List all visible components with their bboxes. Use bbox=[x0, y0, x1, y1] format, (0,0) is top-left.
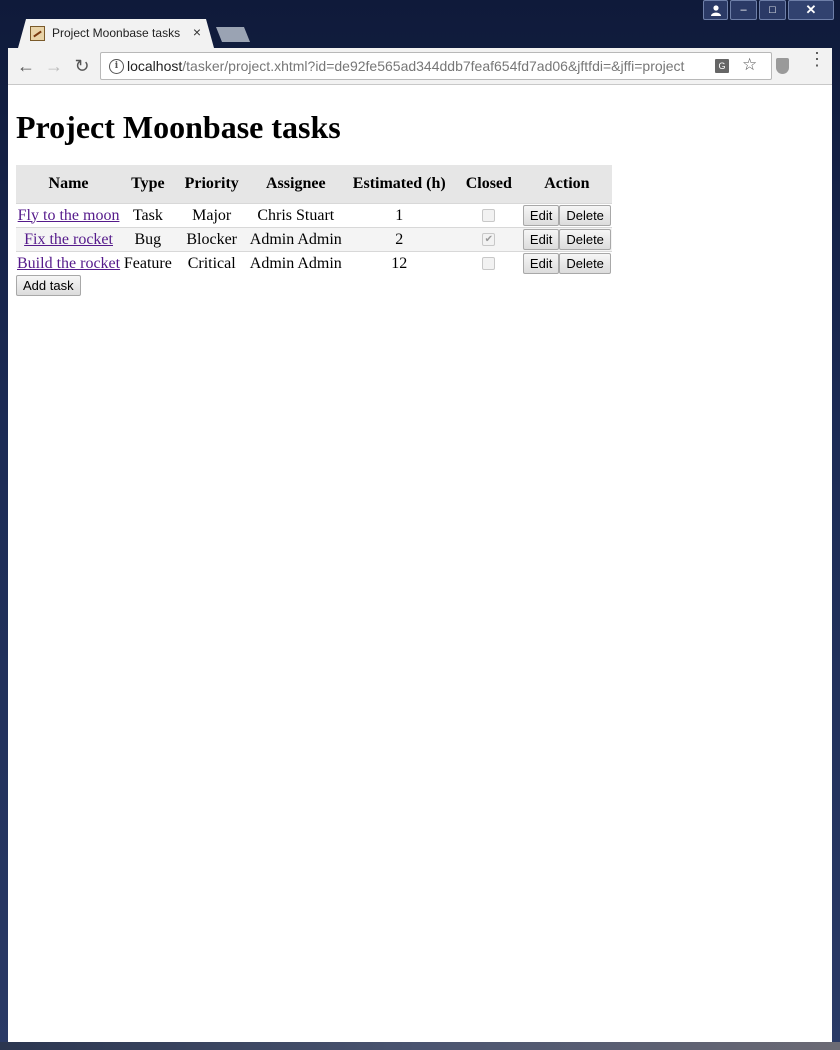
task-name-link[interactable]: Fly to the moon bbox=[18, 207, 120, 224]
column-header-assignee: Assignee bbox=[248, 165, 343, 204]
user-profile-icon[interactable] bbox=[703, 0, 728, 20]
window-controls: – □ ✕ bbox=[703, 0, 834, 20]
minimize-button[interactable]: – bbox=[730, 0, 757, 20]
table-row: Build the rocket Feature Critical Admin … bbox=[16, 251, 612, 275]
edit-button[interactable]: Edit bbox=[522, 205, 560, 226]
url-host: localhost bbox=[127, 58, 183, 74]
task-assignee: Admin Admin bbox=[248, 251, 343, 275]
edit-button[interactable]: Edit bbox=[522, 253, 560, 274]
delete-button[interactable]: Delete bbox=[559, 253, 611, 274]
add-task-button[interactable]: Add task bbox=[16, 275, 81, 296]
column-header-name: Name bbox=[16, 165, 122, 204]
extension-shield-icon[interactable] bbox=[776, 58, 789, 74]
task-type: Bug bbox=[121, 227, 175, 252]
task-assignee: Chris Stuart bbox=[248, 203, 343, 228]
task-estimate: 12 bbox=[342, 251, 456, 275]
column-header-closed: Closed bbox=[455, 165, 522, 204]
browser-window: Project Moonbase tasks × – □ ✕ ← → ↻ i l… bbox=[0, 0, 840, 1050]
column-header-priority: Priority bbox=[174, 165, 249, 204]
table-row: Fly to the moon Task Major Chris Stuart … bbox=[16, 203, 612, 228]
back-arrow-icon[interactable]: ← bbox=[16, 56, 36, 76]
browser-tab[interactable]: Project Moonbase tasks × bbox=[18, 19, 214, 48]
closed-checkbox bbox=[482, 209, 496, 223]
url-path: /tasker/project.xhtml?id=de92fe565ad344d… bbox=[182, 58, 685, 74]
task-name-link[interactable]: Fix the rocket bbox=[24, 231, 113, 248]
tasks-table: Name Type Priority Assignee Estimated (h… bbox=[16, 165, 612, 275]
table-row: Fix the rocket Bug Blocker Admin Admin 2… bbox=[16, 227, 612, 252]
task-type: Feature bbox=[121, 251, 175, 275]
forward-arrow-icon[interactable]: → bbox=[44, 56, 64, 76]
closed-checkbox: ✔ bbox=[482, 233, 496, 247]
task-name-link[interactable]: Build the rocket bbox=[17, 255, 120, 272]
bookmark-star-icon[interactable]: ☆ bbox=[742, 55, 757, 75]
column-header-estimated: Estimated (h) bbox=[342, 165, 456, 204]
maximize-button[interactable]: □ bbox=[759, 0, 786, 20]
task-priority: Critical bbox=[174, 251, 249, 275]
delete-button[interactable]: Delete bbox=[559, 205, 611, 226]
task-priority: Blocker bbox=[174, 227, 249, 252]
browser-menu-icon[interactable]: ⋮ bbox=[808, 50, 826, 68]
column-header-type: Type bbox=[121, 165, 175, 204]
closed-checkbox bbox=[482, 257, 496, 271]
favicon-icon bbox=[30, 26, 45, 41]
column-header-action: Action bbox=[521, 165, 612, 204]
browser-toolbar: ← → ↻ i localhost/tasker/project.xhtml?i… bbox=[8, 48, 832, 85]
task-estimate: 2 bbox=[342, 227, 456, 252]
tab-title: Project Moonbase tasks bbox=[52, 26, 181, 40]
task-assignee: Admin Admin bbox=[248, 227, 343, 252]
close-window-button[interactable]: ✕ bbox=[788, 0, 834, 20]
page-title: Project Moonbase tasks bbox=[16, 109, 341, 145]
page-content: Project Moonbase tasks Name Type Priorit… bbox=[8, 85, 832, 1042]
site-info-icon[interactable]: i bbox=[109, 59, 124, 74]
url-text[interactable]: localhost/tasker/project.xhtml?id=de92fe… bbox=[127, 58, 707, 74]
translate-icon[interactable]: G bbox=[715, 59, 729, 73]
desktop-edge bbox=[0, 1042, 840, 1050]
delete-button[interactable]: Delete bbox=[559, 229, 611, 250]
task-type: Task bbox=[121, 203, 175, 228]
new-tab-button[interactable] bbox=[216, 27, 250, 42]
edit-button[interactable]: Edit bbox=[522, 229, 560, 250]
reload-icon[interactable]: ↻ bbox=[72, 56, 92, 76]
title-bar: Project Moonbase tasks × – □ ✕ bbox=[0, 0, 840, 48]
task-priority: Major bbox=[174, 203, 249, 228]
task-estimate: 1 bbox=[342, 203, 456, 228]
tab-close-icon[interactable]: × bbox=[190, 24, 204, 40]
table-header-row: Name Type Priority Assignee Estimated (h… bbox=[16, 165, 612, 204]
address-bar[interactable]: i localhost/tasker/project.xhtml?id=de92… bbox=[100, 52, 772, 80]
